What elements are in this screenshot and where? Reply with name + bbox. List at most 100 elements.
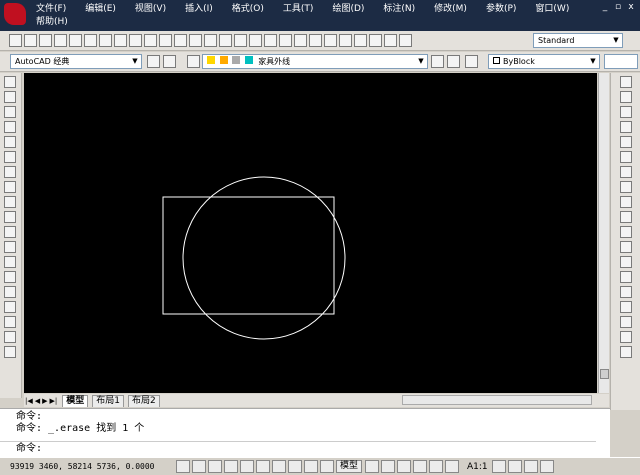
lineweight-button[interactable] [304,460,318,473]
new-icon[interactable] [9,34,22,47]
layer-previous-icon[interactable] [447,55,460,68]
menu-draw[interactable]: 绘图(D) [332,3,364,16]
tab-model[interactable]: 模型 [62,394,89,407]
pan-status-icon[interactable] [397,460,412,473]
zoom-previous-icon[interactable] [279,34,292,47]
draworder-back-icon[interactable] [620,346,632,358]
first-tab-icon[interactable]: |◀ [25,397,33,405]
layer-manager-icon[interactable] [187,55,200,68]
rectangle-icon[interactable] [4,136,16,148]
ellipse-arc-icon[interactable] [4,226,16,238]
lock-icon[interactable] [523,460,538,473]
restore-icon[interactable]: ▫ [613,2,623,12]
steeringwheel-icon[interactable] [429,460,444,473]
gradient-icon[interactable] [4,301,16,313]
zoom-realtime-icon[interactable] [249,34,262,47]
layer-select[interactable]: 家具外线 ▼ [202,54,428,69]
menu-format[interactable]: 格式(O) [232,3,264,16]
blockeditor-icon[interactable] [189,34,202,47]
snap-button[interactable] [176,460,190,473]
copy-object-icon[interactable] [620,91,632,103]
etransmit-icon[interactable] [114,34,127,47]
close-icon[interactable]: x [626,2,636,12]
next-tab-icon[interactable]: ▶ [42,397,47,405]
showmotion-icon[interactable] [445,460,460,473]
join-icon[interactable] [620,271,632,283]
menu-insert[interactable]: 插入(I) [185,3,213,16]
menu-file[interactable]: 文件(F) [36,3,66,16]
drawn-circle[interactable] [182,176,346,340]
mirror-icon[interactable] [620,106,632,118]
scroll-thumb[interactable] [600,369,609,379]
sheetset-icon[interactable] [339,34,352,47]
paste-icon[interactable] [159,34,172,47]
open-icon[interactable] [24,34,37,47]
spline-icon[interactable] [4,196,16,208]
color-select[interactable]: ByBlock ▼ [488,54,600,69]
drawn-rectangle[interactable] [162,196,335,315]
cut-icon[interactable] [129,34,142,47]
calculator-icon[interactable] [369,34,382,47]
menu-edit[interactable]: 编辑(E) [85,3,116,16]
quickview-icon[interactable] [381,460,396,473]
layer-isolate-icon[interactable] [465,55,478,68]
tab-layout1[interactable]: 布局1 [92,394,125,407]
command-input[interactable]: 命令: [0,441,596,456]
fullscreen-icon[interactable] [539,460,554,473]
tab-layout2[interactable]: 布局2 [128,394,160,407]
3d-icon[interactable] [99,34,112,47]
pan-icon[interactable] [234,34,247,47]
circle-icon[interactable] [4,166,16,178]
help-icon[interactable] [384,34,397,47]
menu-dimension[interactable]: 标注(N) [383,3,415,16]
redo-icon[interactable] [219,34,232,47]
arc-icon[interactable] [4,151,16,163]
zoom-status-icon[interactable] [413,460,428,473]
drawing-canvas[interactable] [24,73,597,393]
prev-tab-icon[interactable]: ◀ [35,397,40,405]
linetype-select[interactable] [604,54,638,69]
menu-tools[interactable]: 工具(T) [283,3,314,16]
minimize-icon[interactable]: _ [600,2,610,12]
hatch-icon[interactable] [4,286,16,298]
otrack-button[interactable] [256,460,270,473]
offset-icon[interactable] [620,121,632,133]
stretch-icon[interactable] [620,196,632,208]
annotation-scale[interactable]: A1:1 [467,462,488,472]
workspace-save-icon[interactable] [163,55,176,68]
revcloud-icon[interactable] [4,181,16,193]
preview-icon[interactable] [69,34,82,47]
workspace-switch-icon[interactable] [507,460,522,473]
scale-icon[interactable] [620,181,632,193]
erase-icon[interactable] [620,76,632,88]
menu-modify[interactable]: 修改(M) [434,3,467,16]
properties-icon[interactable] [294,34,307,47]
horizontal-scrollbar[interactable] [402,395,592,405]
line-icon[interactable] [4,76,16,88]
toolpalette-icon[interactable] [324,34,337,47]
mtext-icon[interactable] [4,346,16,358]
region-icon[interactable] [4,316,16,328]
table-icon[interactable] [4,331,16,343]
print-icon[interactable] [54,34,67,47]
break-at-point-icon[interactable] [620,241,632,253]
dyn-button[interactable] [288,460,302,473]
qp-button[interactable] [320,460,334,473]
trim-icon[interactable] [620,211,632,223]
make-block-icon[interactable] [4,256,16,268]
workspace-settings-icon[interactable] [147,55,160,68]
explode-icon[interactable] [620,316,632,328]
matchprop-icon[interactable] [174,34,187,47]
publish-icon[interactable] [84,34,97,47]
polygon-icon[interactable] [4,121,16,133]
fillet-icon[interactable] [620,301,632,313]
draworder-icon[interactable] [620,331,632,343]
polyline-icon[interactable] [4,106,16,118]
construction-line-icon[interactable] [4,91,16,103]
osnap-button[interactable] [240,460,254,473]
ellipse-icon[interactable] [4,211,16,223]
ducs-button[interactable] [272,460,286,473]
zoom-window-icon[interactable] [264,34,277,47]
rotate-icon[interactable] [620,166,632,178]
designcenter-icon[interactable] [309,34,322,47]
